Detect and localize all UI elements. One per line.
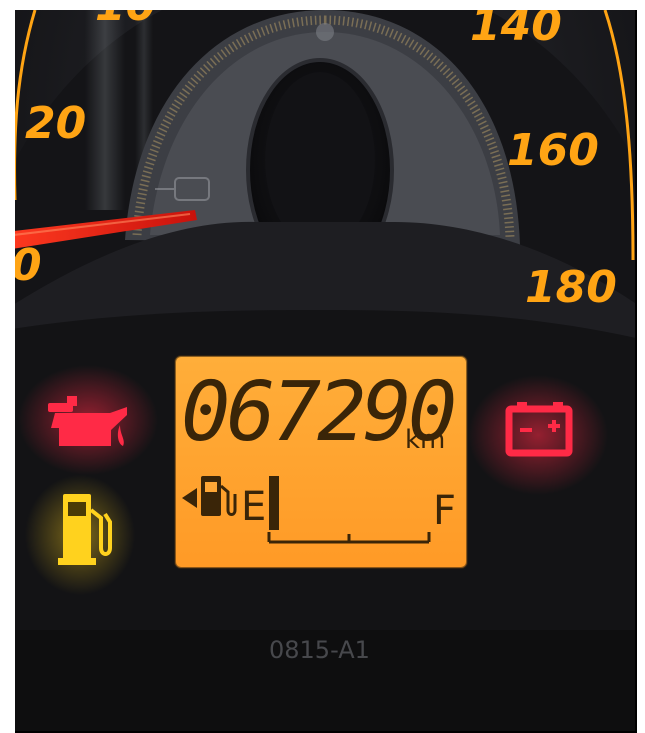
- speed-label-140: 140: [470, 10, 562, 51]
- instrument-cluster-photo: 10 20 140 160 180 0: [15, 10, 635, 732]
- fuel-level-bar: [269, 476, 279, 530]
- image-border-right: [635, 10, 637, 732]
- bottom-vignette: [15, 630, 635, 732]
- odometer-unit: km: [405, 425, 445, 455]
- battery-light-glow: [468, 375, 608, 495]
- fuel-empty-label: E: [241, 484, 266, 530]
- speed-label-20: 20: [25, 98, 86, 149]
- speed-label-10: 10: [95, 10, 156, 31]
- fuel-full-label: F: [433, 488, 456, 534]
- speed-label-160: 160: [507, 125, 599, 176]
- dial-lamp-dot: [316, 23, 334, 41]
- speed-label-0: 0: [15, 240, 42, 291]
- needle-hub-cap: [265, 72, 375, 248]
- speed-label-180: 180: [525, 262, 617, 313]
- instrument-cluster-scene: 10 20 140 160 180 0: [15, 10, 635, 732]
- glare-streak-left: [85, 10, 125, 210]
